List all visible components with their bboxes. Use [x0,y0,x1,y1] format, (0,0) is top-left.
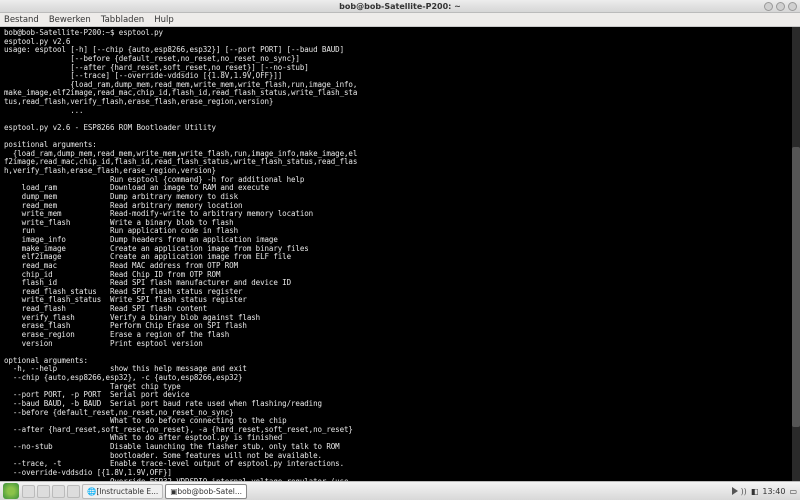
taskbar-app-label-2: bob@bob-Satel... [177,487,242,496]
show-desktop-icon[interactable]: ▭ [789,487,797,496]
menu-bestand[interactable]: Bestand [4,15,39,25]
taskbar-app-label-1: [Instructable E... [96,487,158,496]
system-tray: )) ◧ 13:40 ▭ [732,487,797,496]
window-controls [764,2,797,11]
terminal-output: esptool.py v2.6 usage: esptool [-h] [--c… [4,37,357,481]
volume-waves-icon: )) [741,487,747,496]
menubar: Bestand Bewerken Tabbladen Hulp [0,13,800,27]
menu-bewerken[interactable]: Bewerken [49,15,91,25]
taskbar: 🌐 [Instructable E... ▣ bob@bob-Satel... … [0,481,800,500]
close-button[interactable] [788,2,797,11]
clock[interactable]: 13:40 [762,487,785,496]
taskbar-launcher-1[interactable] [22,485,35,498]
taskbar-app-browser[interactable]: 🌐 [Instructable E... [82,484,163,499]
volume-icon[interactable] [732,487,738,495]
taskbar-launcher-3[interactable] [52,485,65,498]
menu-hulp[interactable]: Hulp [154,15,174,25]
terminal-icon: ▣ [170,487,177,496]
window-title: bob@bob-Satellite-P200: ~ [339,2,461,11]
window-titlebar: bob@bob-Satellite-P200: ~ [0,0,800,13]
maximize-button[interactable] [776,2,785,11]
menu-tabbladen[interactable]: Tabbladen [101,15,144,25]
globe-icon: 🌐 [87,487,96,496]
terminal[interactable]: bob@bob-Satellite-P200:~$ esptool.py esp… [0,27,800,481]
taskbar-launcher-2[interactable] [37,485,50,498]
taskbar-app-terminal[interactable]: ▣ bob@bob-Satel... [165,484,247,499]
minimize-button[interactable] [764,2,773,11]
tray-indicator-icon[interactable]: ◧ [751,487,759,496]
scrollbar-thumb[interactable] [792,147,800,427]
terminal-scrollbar[interactable] [792,27,800,481]
start-button[interactable] [3,483,19,499]
taskbar-launcher-4[interactable] [67,485,80,498]
